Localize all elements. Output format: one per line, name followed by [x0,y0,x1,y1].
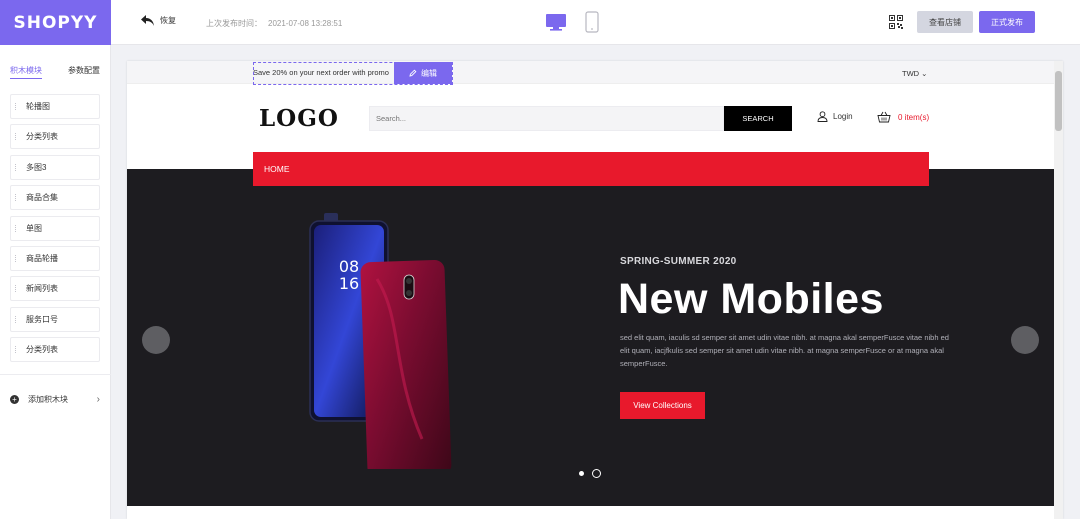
basket-icon [877,111,891,123]
cart-link[interactable]: 0 item(s) [877,111,929,123]
hero-product-image: 08 16 [309,213,452,469]
publish-button[interactable]: 正式发布 [979,11,1035,33]
block-label: 商品合集 [26,193,58,203]
block-sidebar: 积木模块 参数配置 轮播图 分类列表 多图3 商品合集 单图 商品轮播 新闻列表… [0,45,111,519]
store-search-button[interactable]: SEARCH [724,106,792,131]
block-label: 轮播图 [26,102,50,111]
pencil-icon [409,69,417,77]
block-label: 商品轮播 [26,253,58,263]
scroll-thumb[interactable] [1055,71,1062,131]
slider-prev-button[interactable] [142,326,170,354]
block-item-news-list[interactable]: 新闻列表 [10,276,100,302]
store-search-input[interactable] [369,106,724,131]
block-item-multi-image[interactable]: 多图3 [10,154,100,180]
brand-name: SHOPYY [13,12,98,33]
drag-handle-icon[interactable] [15,194,16,202]
undo-label: 恢复 [160,16,176,25]
slider-next-button[interactable] [1011,326,1039,354]
view-collections-button[interactable]: View Collections [620,392,705,419]
divider [0,374,111,375]
drag-handle-icon[interactable] [15,315,16,323]
block-label: 单图 [26,223,42,233]
promo-text: Save 20% on your next order with promo [253,68,389,77]
block-label: 分类列表 [26,132,58,142]
edit-label: 编辑 [421,68,437,78]
last-publish-info: 上次发布时间： 2021-07-08 13:28:51 [206,18,342,29]
add-block-label: 添加积木块 [28,395,68,404]
mobile-view-icon[interactable] [585,11,599,33]
block-item-category-list[interactable]: 分类列表 [10,124,100,150]
publish-time-value: 2021-07-08 13:28:51 [268,19,343,28]
sidebar-tabs: 积木模块 参数配置 [0,65,111,79]
currency-value: TWD [902,69,920,78]
block-item-product-carousel[interactable]: 商品轮播 [10,245,100,271]
view-store-button[interactable]: 查看店铺 [917,11,973,33]
login-label: Login [833,112,853,121]
tab-settings[interactable]: 参数配置 [68,65,100,76]
block-item-single-image[interactable]: 单图 [10,215,100,241]
plus-icon: + [10,395,19,404]
undo-arrow-icon [141,15,154,26]
block-label: 分类列表 [26,345,58,355]
chevron-down-icon: ⌄ [921,69,928,78]
tab-blocks[interactable]: 积木模块 [10,65,42,79]
slider-dot-2[interactable] [592,469,601,478]
block-label: 新闻列表 [26,284,58,294]
currency-selector[interactable]: TWD ⌄ [902,69,927,78]
brand-logo: SHOPYY [0,0,111,45]
block-item-service-slogan[interactable]: 服务口号 [10,306,100,332]
undo-button[interactable]: 恢复 [140,14,176,27]
drag-handle-icon[interactable] [15,285,16,293]
drag-handle-icon[interactable] [15,254,16,262]
hero-slider: 08 16 SPRING-SUMMER 2020 New Mobiles sed… [127,169,1054,506]
block-label: 服务口号 [26,314,58,324]
chevron-right-icon: › [96,394,100,405]
drag-handle-icon[interactable] [15,224,16,232]
hero-description: sed elit quam, iaculis sd semper sit ame… [620,333,949,368]
store-preview-canvas: Save 20% on your next order with promo 编… [127,61,1063,519]
block-item-product-collection[interactable]: 商品合集 [10,185,100,211]
qr-code-icon[interactable] [889,15,903,29]
cart-count: 0 item(s) [898,112,930,122]
block-list: 轮播图 分类列表 多图3 商品合集 单图 商品轮播 新闻列表 服务口号 分类列表 [10,94,100,368]
edit-button[interactable]: 编辑 [394,62,452,84]
block-item-category-list-2[interactable]: 分类列表 [10,337,100,363]
svg-text:16: 16 [339,274,359,293]
canvas-scrollbar[interactable] [1054,61,1063,519]
drag-handle-icon[interactable] [15,163,16,171]
store-nav-bar: HOME [253,152,929,186]
block-label: 多图3 [26,162,47,172]
add-block-button[interactable]: + 添加积木块 › [10,394,100,405]
publish-time-label: 上次发布时间： [206,19,262,28]
login-link[interactable]: Login [817,111,853,122]
desktop-view-icon[interactable] [545,11,567,33]
drag-handle-icon[interactable] [15,103,16,110]
nav-item-home[interactable]: HOME [264,164,290,174]
slider-dot-1[interactable] [579,471,584,476]
hero-title: New Mobiles [618,275,884,323]
promo-bar[interactable]: Save 20% on your next order with promo 编… [127,61,1054,85]
user-icon [817,111,828,122]
drag-handle-icon[interactable] [15,346,16,354]
top-toolbar: 恢复 上次发布时间： 2021-07-08 13:28:51 查看店铺 正式发布 [111,0,1080,45]
hero-kicker: SPRING-SUMMER 2020 [620,256,737,267]
drag-handle-icon[interactable] [15,133,16,141]
store-logo[interactable]: LOGO [259,105,339,132]
block-item-carousel[interactable]: 轮播图 [10,94,100,119]
